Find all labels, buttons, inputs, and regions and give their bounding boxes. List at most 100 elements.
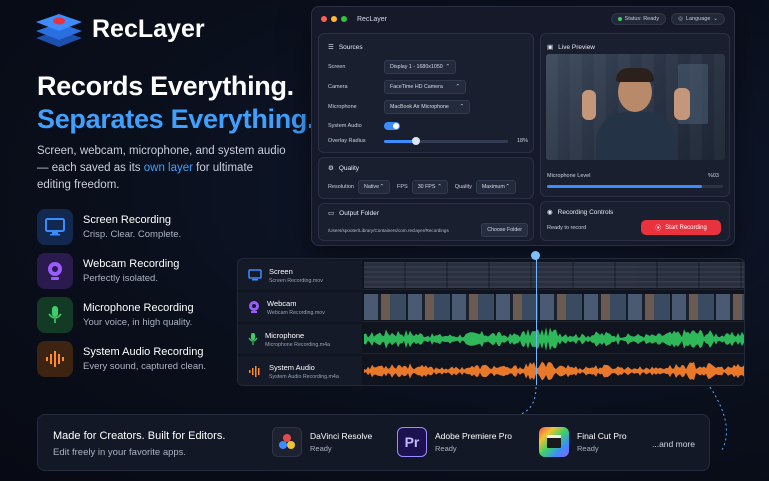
person-body bbox=[596, 112, 676, 160]
webcam-icon bbox=[249, 301, 259, 313]
feature-subtitle: Crisp. Clear. Complete. bbox=[83, 229, 182, 240]
quality-panel: ⚙ Quality Resolution Native ⌃ FPS 30 FPS ⌃ … bbox=[318, 157, 534, 199]
output-folder-panel: ▭ Output Folder /Users/spooter/Library/Co… bbox=[318, 203, 534, 241]
feature-subtitle: Perfectly isolated. bbox=[83, 273, 158, 284]
microphone-select[interactable]: MacBook Air Microphone ⌃ bbox=[384, 100, 470, 114]
slider-knob[interactable] bbox=[412, 136, 421, 145]
feature-subtitle: Every sound, captured clean. bbox=[83, 361, 207, 372]
webcam-preview-image bbox=[546, 54, 725, 160]
track-name: Microphone bbox=[265, 330, 305, 340]
screen-clip-thumbnails bbox=[364, 262, 744, 288]
recording-status-text: Ready to record bbox=[547, 225, 587, 231]
chevron-icon: ⌃ bbox=[455, 84, 460, 90]
overlay-radius-slider[interactable] bbox=[384, 136, 508, 145]
camera-select[interactable]: FaceTime HD Camera ⌃ bbox=[384, 80, 466, 94]
live-preview-title: Live Preview bbox=[558, 43, 596, 51]
app-premiere-pro: Pr Adobe Premiere Pro Ready bbox=[397, 427, 512, 457]
app-status: Ready bbox=[577, 444, 599, 453]
playhead-handle[interactable] bbox=[531, 251, 540, 260]
feature-list: Screen Recording Crisp. Clear. Complete. … bbox=[37, 205, 206, 381]
microphone-select-value: MacBook Air Microphone bbox=[390, 104, 449, 110]
camera-select-value: FaceTime HD Camera bbox=[390, 84, 443, 90]
globe-icon: ◎ bbox=[678, 16, 683, 22]
fps-label: FPS bbox=[397, 184, 408, 190]
app-davinci-resolve: DaVinci Resolve Ready bbox=[272, 427, 372, 457]
system-audio-toggle[interactable] bbox=[384, 122, 400, 130]
app-name: Final Cut Pro bbox=[577, 431, 627, 441]
track-name: Webcam bbox=[267, 298, 297, 308]
track-system-audio[interactable]: System Audio System Audio Recording.m4a bbox=[238, 356, 744, 385]
screen-select-value: Display 1 - 1680x1050 bbox=[390, 64, 443, 70]
system-audio-waveform bbox=[364, 361, 744, 381]
reclayer-logo-icon bbox=[34, 10, 84, 48]
start-recording-button[interactable]: ⦿ Start Recording bbox=[641, 220, 721, 235]
track-file: Microphone Recording.m4a bbox=[265, 341, 331, 348]
screen-select[interactable]: Display 1 - 1680x1050 ⌃ bbox=[384, 60, 456, 74]
webcam-icon bbox=[37, 253, 73, 289]
minimize-window-button[interactable] bbox=[331, 16, 337, 22]
record-icon: ⦿ bbox=[655, 226, 662, 232]
record-dot-icon: ◉ bbox=[547, 209, 553, 216]
hero-description: Screen, webcam, microphone, and system a… bbox=[37, 143, 287, 194]
choose-folder-button[interactable]: Choose Folder bbox=[481, 223, 528, 237]
status-text: Status: Ready bbox=[624, 16, 660, 22]
editors-bar: Made for Creators. Built for Editors. Ed… bbox=[37, 414, 710, 471]
fps-select[interactable]: 30 FPS ⌃ bbox=[411, 180, 448, 194]
track-label: Webcam Webcam Recording.mov bbox=[238, 292, 362, 322]
fps-value: 30 FPS bbox=[417, 184, 436, 190]
language-selector[interactable]: ◎ Language ⌄ bbox=[671, 13, 725, 25]
timeline-panel: Screen Screen Recording.mov Webcam Webcam … bbox=[237, 258, 745, 386]
microphone-level-meter bbox=[547, 185, 723, 188]
sources-title: Sources bbox=[338, 43, 363, 51]
microphone-level-fill bbox=[547, 185, 702, 188]
feature-title: Webcam Recording bbox=[83, 258, 180, 270]
brand-name: RecLayer bbox=[92, 14, 205, 43]
live-preview-panel: ▣ Live Preview Microphone Level %03 bbox=[540, 33, 730, 197]
start-recording-label: Start Recording bbox=[665, 224, 707, 231]
overlay-radius-value: 18% bbox=[516, 138, 528, 144]
track-microphone[interactable]: Microphone Microphone Recording.m4a bbox=[238, 324, 744, 354]
webcam-clip-thumbnails bbox=[364, 294, 744, 320]
quality-label: Quality bbox=[454, 184, 472, 190]
audio-wave-icon bbox=[249, 366, 260, 377]
gear-icon: ⚙ bbox=[328, 165, 334, 172]
davinci-resolve-icon bbox=[272, 427, 302, 457]
track-label: Screen Screen Recording.mov bbox=[238, 260, 362, 290]
timeline-playhead[interactable] bbox=[536, 259, 537, 385]
track-file: Webcam Recording.mov bbox=[267, 309, 325, 316]
sources-panel: ☰ Sources Screen Display 1 - 1680x1050 ⌃ Ca… bbox=[318, 33, 534, 153]
video-camera-icon: ▣ bbox=[547, 44, 554, 51]
feature-microphone-recording: Microphone Recording Your voice, in high … bbox=[37, 293, 206, 337]
output-folder-title: Output Folder bbox=[339, 209, 379, 217]
audio-wave-icon bbox=[37, 341, 73, 377]
maximize-window-button[interactable] bbox=[341, 16, 347, 22]
recording-controls-panel: ◉ Recording Controls Ready to record ⦿ Sta… bbox=[540, 201, 730, 241]
resolution-select[interactable]: Native ⌃ bbox=[358, 180, 390, 194]
microphone-icon bbox=[248, 333, 258, 345]
chevron-icon: ⌃ bbox=[437, 184, 442, 190]
chevron-icon: ⌃ bbox=[505, 184, 510, 190]
more-apps-text: ...and more bbox=[652, 439, 695, 449]
chevron-icon: ⌃ bbox=[445, 64, 450, 70]
app-status: Ready bbox=[310, 444, 332, 453]
close-window-button[interactable] bbox=[321, 16, 327, 22]
track-file: Screen Recording.mov bbox=[269, 277, 323, 284]
status-dot-icon bbox=[617, 17, 622, 21]
feature-webcam-recording: Webcam Recording Perfectly isolated. bbox=[37, 249, 206, 293]
resolution-value: Native bbox=[364, 184, 380, 190]
track-file: System Audio Recording.m4a bbox=[269, 373, 339, 380]
quality-select[interactable]: Maximum ⌃ bbox=[475, 180, 516, 194]
app-window: RecLayer Status: Ready ◎ Language ⌄ ☰ Sourc… bbox=[311, 6, 735, 246]
microphone-icon bbox=[37, 297, 73, 333]
feature-screen-recording: Screen Recording Crisp. Clear. Complete. bbox=[37, 205, 206, 249]
premiere-pro-icon: Pr bbox=[397, 427, 427, 457]
track-screen[interactable]: Screen Screen Recording.mov bbox=[238, 260, 744, 290]
recording-controls-title: Recording Controls bbox=[557, 208, 614, 216]
screen-label: Screen bbox=[328, 64, 346, 70]
microphone-waveform bbox=[364, 327, 744, 351]
output-folder-header: ▭ Output Folder bbox=[328, 209, 379, 218]
microphone-label: Microphone bbox=[328, 104, 357, 110]
track-webcam[interactable]: Webcam Webcam Recording.mov bbox=[238, 292, 744, 322]
track-label: System Audio System Audio Recording.m4a bbox=[238, 356, 362, 385]
app-name: Adobe Premiere Pro bbox=[435, 431, 513, 441]
